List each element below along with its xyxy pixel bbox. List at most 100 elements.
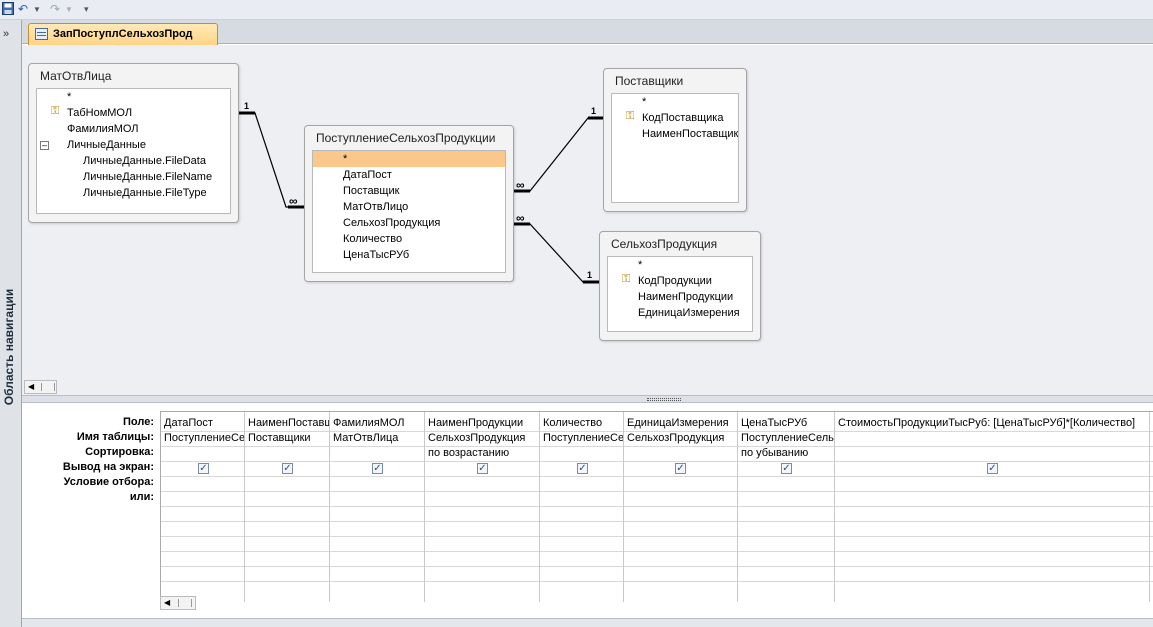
grid-field-cell[interactable]: СтоимостьПродукцииТысРуб: [ЦенаТысРУб]*[…	[835, 416, 1149, 431]
redo-dropdown-icon[interactable]: ▼	[65, 2, 73, 17]
grid-table-cell[interactable]	[835, 431, 1149, 446]
scroll-left-icon[interactable]: ◀	[164, 597, 170, 609]
show-checkbox[interactable]: ✓	[198, 463, 209, 474]
quick-access-toolbar: ↶ ▼ ↷ ▼ ▾	[0, 0, 1153, 20]
field-item[interactable]: ЛичныеДанные.FileName	[83, 169, 212, 185]
show-checkbox[interactable]: ✓	[987, 463, 998, 474]
table-title[interactable]: Поставщики	[615, 74, 683, 88]
expand-nav-icon[interactable]: »	[3, 28, 9, 40]
undo-icon[interactable]: ↶	[18, 2, 28, 17]
navigation-pane-title[interactable]: Область навигации	[2, 282, 16, 412]
field-item[interactable]: ЛичныеДанные.FileType	[83, 185, 207, 201]
grid-table-cell[interactable]: ПоступлениеСельхозПродукции	[161, 431, 244, 446]
field-item[interactable]: ЕдиницаИзмерения	[638, 305, 740, 321]
field-list[interactable]: * ⚿ КодПродукции НаименПродукции Единица…	[607, 256, 753, 332]
table-postuplenie[interactable]: ПоступлениеСельхозПродукции * ДатаПост П…	[304, 125, 514, 282]
grid-sort-cell[interactable]	[330, 446, 424, 461]
pane-splitter[interactable]	[22, 395, 1153, 403]
grid-field-cell[interactable]: ЕдиницаИзмерения	[624, 416, 737, 431]
grid-table-cell[interactable]: Поставщики	[245, 431, 329, 446]
show-checkbox[interactable]: ✓	[282, 463, 293, 474]
grid-table-cell[interactable]: СельхозПродукция	[425, 431, 539, 446]
show-checkbox[interactable]: ✓	[675, 463, 686, 474]
table-selhozprod[interactable]: СельхозПродукция * ⚿ КодПродукции Наимен…	[599, 231, 761, 341]
field-list[interactable]: * ⚿ КодПоставщика НаименПоставщика	[611, 93, 739, 203]
grid-field-cell[interactable]: НаименПродукции	[425, 416, 539, 431]
scroll-thumb[interactable]	[41, 383, 55, 391]
diagram-horizontal-scrollbar[interactable]: ◀	[24, 380, 57, 394]
field-item[interactable]: *	[642, 94, 646, 110]
grid-sort-cell[interactable]: по убыванию	[738, 446, 834, 461]
field-item-selected[interactable]: *	[313, 151, 505, 167]
field-item[interactable]: Количество	[343, 231, 402, 247]
grid-table-cell[interactable]: МатОтвЛица	[330, 431, 424, 446]
grid-field-cell[interactable]: ЦенаТысРУб	[738, 416, 834, 431]
field-list[interactable]: * ДатаПост Поставщик МатОтвЛицо СельхозП…	[312, 150, 506, 273]
show-checkbox[interactable]: ✓	[781, 463, 792, 474]
grid-field-cell[interactable]: ДатаПост	[161, 416, 244, 431]
query-tab[interactable]: ЗапПоступлСельхозПрод	[28, 23, 218, 45]
show-checkbox[interactable]: ✓	[577, 463, 588, 474]
field-item[interactable]: ДатаПост	[343, 167, 392, 183]
grid-table-cell[interactable]: ПоступлениеСельхозПродукции	[540, 431, 623, 446]
field-item[interactable]: ЦенаТысРУб	[343, 247, 409, 263]
field-item[interactable]: ТабНомМОЛ	[67, 105, 132, 121]
splitter-grip-icon[interactable]	[647, 398, 681, 401]
field-item[interactable]: НаименПоставщика	[642, 126, 738, 142]
grid-sort-cell[interactable]	[835, 446, 1149, 461]
field-item[interactable]: ФамилияМОЛ	[67, 121, 139, 137]
field-item[interactable]: КодПоставщика	[642, 110, 723, 126]
grid-sort-cell[interactable]: по возрастанию	[425, 446, 539, 461]
field-item[interactable]: *	[638, 257, 642, 273]
redo-icon[interactable]: ↷	[50, 2, 60, 17]
table-title[interactable]: ПоступлениеСельхозПродукции	[316, 131, 495, 145]
field-item[interactable]: СельхозПродукция	[343, 215, 440, 231]
grid-column[interactable]: ЕдиницаИзмерения СельхозПродукция ✓	[624, 412, 738, 602]
grid-sort-cell[interactable]	[624, 446, 737, 461]
grid-column[interactable]: ЦенаТысРУб ПоступлениеСельхозПродукции п…	[738, 412, 835, 602]
grid-column[interactable]: Количество ПоступлениеСельхозПродукции ✓	[540, 412, 624, 602]
field-item[interactable]: МатОтвЛицо	[343, 199, 408, 215]
relationship-line	[514, 117, 603, 192]
relationship-many-label: ∞	[516, 211, 525, 225]
grid-table-cell[interactable]: СельхозПродукция	[624, 431, 737, 446]
grid-field-cell[interactable]: Количество	[540, 416, 623, 431]
query-diagram-pane[interactable]: 1 ∞ ∞ 1 ∞ 1 МатОтвЛица * ⚿ ТабНомМОЛ Фам…	[22, 45, 1153, 395]
row-label-table: Имя таблицы:	[76, 431, 154, 443]
grid-table-cell[interactable]: ПоступлениеСельхозПродукции	[738, 431, 834, 446]
customize-qat-icon[interactable]: ▾	[84, 2, 89, 17]
grid-column[interactable]: ФамилияМОЛ МатОтвЛица ✓	[330, 412, 425, 602]
field-item[interactable]: *	[67, 89, 71, 105]
grid-column[interactable]: НаименПоставщика Поставщики ✓	[245, 412, 330, 602]
field-item[interactable]: ЛичныеДанные	[67, 137, 146, 153]
grid-column[interactable]: ДатаПост ПоступлениеСельхозПродукции ✓	[161, 412, 245, 602]
query-tab-label: ЗапПоступлСельхозПрод	[53, 28, 193, 40]
scroll-left-icon[interactable]: ◀	[28, 381, 34, 393]
grid-field-cell[interactable]: НаименПоставщика	[245, 416, 329, 431]
grid-field-cell[interactable]: ФамилияМОЛ	[330, 416, 424, 431]
scroll-thumb[interactable]	[178, 599, 192, 607]
primary-key-icon: ⚿	[626, 110, 635, 122]
grid-sort-cell[interactable]	[540, 446, 623, 461]
field-item[interactable]: ЛичныеДанные.FileData	[83, 153, 206, 169]
field-item[interactable]: КодПродукции	[638, 273, 712, 289]
qbe-grid[interactable]: ДатаПост ПоступлениеСельхозПродукции ✓ Н…	[160, 411, 1153, 602]
grid-column[interactable]: НаименПродукции СельхозПродукция по возр…	[425, 412, 540, 602]
grid-horizontal-scrollbar[interactable]: ◀	[160, 596, 196, 610]
show-checkbox[interactable]: ✓	[372, 463, 383, 474]
field-list[interactable]: * ⚿ ТабНомМОЛ ФамилияМОЛ – ЛичныеДанные …	[36, 88, 231, 214]
grid-column[interactable]: СтоимостьПродукцииТысРуб: [ЦенаТысРУб]*[…	[835, 412, 1150, 602]
field-item[interactable]: Поставщик	[343, 183, 399, 199]
show-checkbox[interactable]: ✓	[477, 463, 488, 474]
table-title[interactable]: СельхозПродукция	[611, 237, 717, 251]
save-icon[interactable]	[2, 2, 14, 17]
undo-dropdown-icon[interactable]: ▼	[33, 2, 41, 17]
grid-sort-cell[interactable]	[245, 446, 329, 461]
relationship-line	[239, 112, 304, 208]
table-matotvlica[interactable]: МатОтвЛица * ⚿ ТабНомМОЛ ФамилияМОЛ – Ли…	[28, 63, 239, 223]
table-postavshiki[interactable]: Поставщики * ⚿ КодПоставщика НаименПоста…	[603, 68, 747, 212]
field-item[interactable]: НаименПродукции	[638, 289, 733, 305]
table-title[interactable]: МатОтвЛица	[40, 69, 111, 83]
grid-sort-cell[interactable]	[161, 446, 244, 461]
collapse-icon[interactable]: –	[40, 141, 49, 150]
